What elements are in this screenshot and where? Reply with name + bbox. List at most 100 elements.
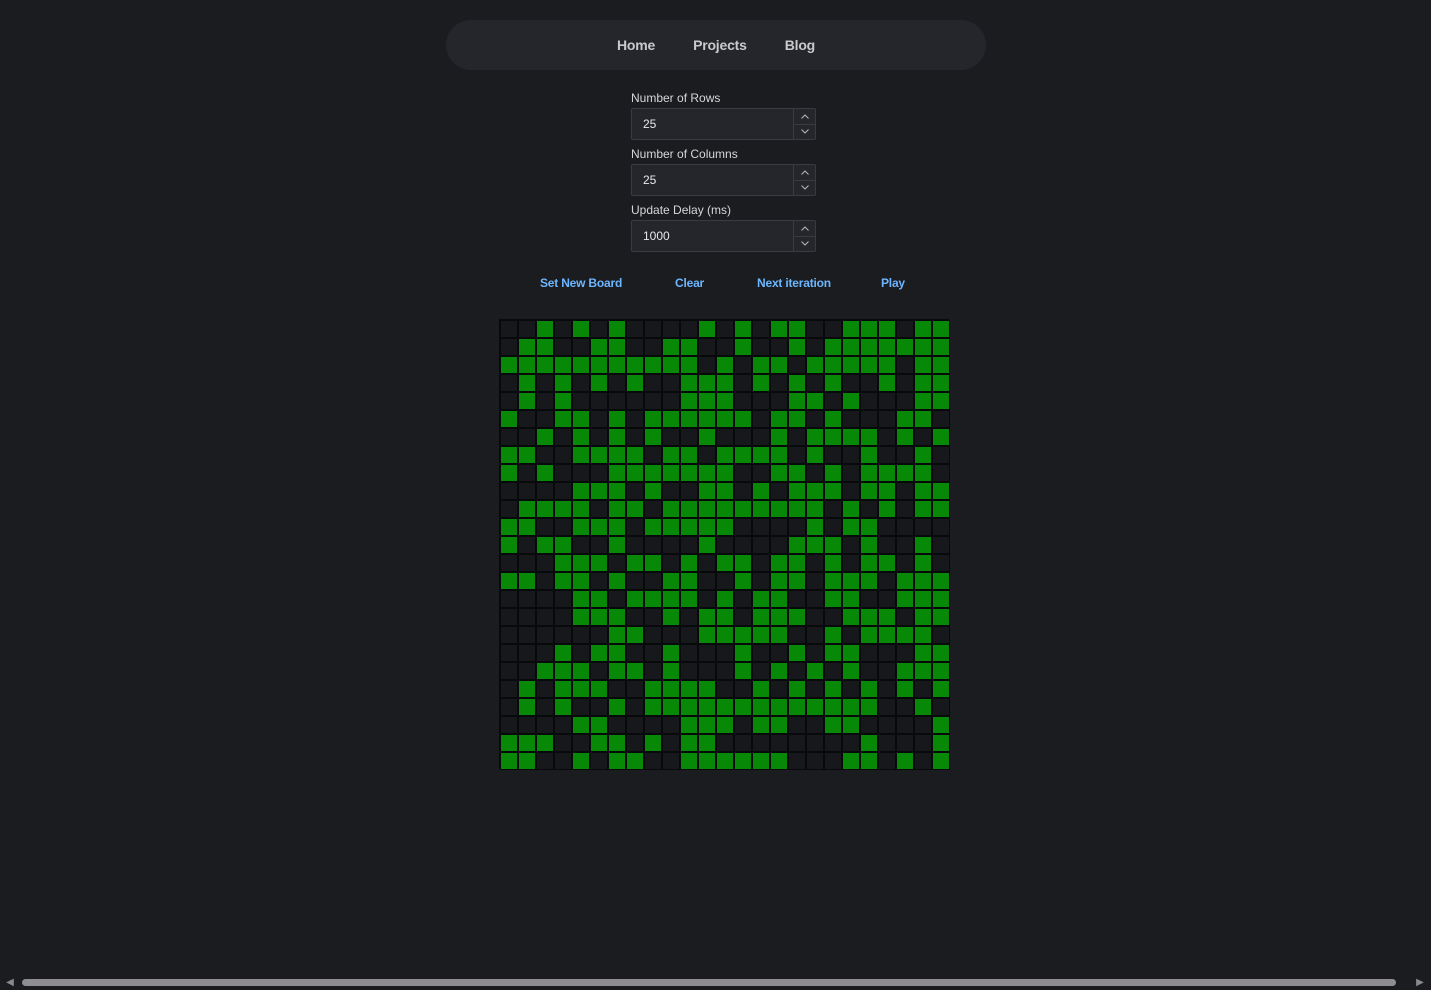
board-cell[interactable] [698,554,716,572]
board-cell[interactable] [518,500,536,518]
board-cell[interactable] [734,734,752,752]
board-cell[interactable] [770,374,788,392]
board-cell[interactable] [626,518,644,536]
board-cell[interactable] [734,698,752,716]
board-cell[interactable] [788,446,806,464]
board-cell[interactable] [932,320,950,338]
board-cell[interactable] [590,500,608,518]
board-cell[interactable] [932,464,950,482]
board-cell[interactable] [914,464,932,482]
board-cell[interactable] [824,608,842,626]
board-cell[interactable] [500,626,518,644]
board-cell[interactable] [680,392,698,410]
board-cell[interactable] [788,752,806,770]
board-cell[interactable] [824,752,842,770]
board-cell[interactable] [518,572,536,590]
board-cell[interactable] [536,410,554,428]
board-cell[interactable] [842,716,860,734]
board-cell[interactable] [752,608,770,626]
board-cell[interactable] [608,680,626,698]
board-cell[interactable] [896,680,914,698]
board-cell[interactable] [518,446,536,464]
board-cell[interactable] [716,716,734,734]
board-cell[interactable] [518,536,536,554]
board-cell[interactable] [554,464,572,482]
board-cell[interactable] [698,716,716,734]
board-cell[interactable] [698,392,716,410]
board-cell[interactable] [680,680,698,698]
board-cell[interactable] [788,428,806,446]
board-cell[interactable] [860,608,878,626]
board-cell[interactable] [590,680,608,698]
board-cell[interactable] [842,644,860,662]
board-cell[interactable] [842,680,860,698]
board-cell[interactable] [896,464,914,482]
board-cell[interactable] [752,644,770,662]
board-cell[interactable] [752,320,770,338]
board-cell[interactable] [770,554,788,572]
board-cell[interactable] [626,320,644,338]
board-cell[interactable] [806,410,824,428]
board-cell[interactable] [590,518,608,536]
board-cell[interactable] [500,644,518,662]
board-cell[interactable] [878,734,896,752]
board-cell[interactable] [752,464,770,482]
board-cell[interactable] [536,626,554,644]
board-cell[interactable] [572,716,590,734]
board-cell[interactable] [788,662,806,680]
board-cell[interactable] [554,572,572,590]
cols-input-value[interactable]: 25 [632,173,793,187]
board-cell[interactable] [788,680,806,698]
board-cell[interactable] [734,392,752,410]
board-cell[interactable] [572,338,590,356]
board-cell[interactable] [608,536,626,554]
board-cell[interactable] [536,392,554,410]
board-cell[interactable] [644,698,662,716]
board-cell[interactable] [806,356,824,374]
board-cell[interactable] [518,464,536,482]
board-cell[interactable] [824,572,842,590]
board-cell[interactable] [824,320,842,338]
board-cell[interactable] [662,644,680,662]
board-cell[interactable] [896,644,914,662]
board-cell[interactable] [590,554,608,572]
board-cell[interactable] [932,644,950,662]
board-cell[interactable] [644,536,662,554]
board-cell[interactable] [518,680,536,698]
board-cell[interactable] [572,680,590,698]
board-cell[interactable] [734,554,752,572]
board-cell[interactable] [536,320,554,338]
board-cell[interactable] [662,734,680,752]
board-cell[interactable] [788,608,806,626]
board-cell[interactable] [878,662,896,680]
board-cell[interactable] [662,320,680,338]
board-cell[interactable] [770,734,788,752]
board-cell[interactable] [536,428,554,446]
board-cell[interactable] [716,464,734,482]
board-cell[interactable] [680,338,698,356]
board-cell[interactable] [518,716,536,734]
board-cell[interactable] [734,482,752,500]
board-cell[interactable] [860,338,878,356]
board-cell[interactable] [500,662,518,680]
board-cell[interactable] [680,446,698,464]
board-cell[interactable] [860,554,878,572]
scroll-right-icon[interactable]: ▶ [1414,977,1426,989]
board-cell[interactable] [680,644,698,662]
board-cell[interactable] [644,752,662,770]
board-cell[interactable] [536,608,554,626]
board-cell[interactable] [554,752,572,770]
board-cell[interactable] [896,608,914,626]
board-cell[interactable] [770,320,788,338]
board-cell[interactable] [608,752,626,770]
board-cell[interactable] [806,428,824,446]
board-cell[interactable] [788,356,806,374]
board-cell[interactable] [716,392,734,410]
rows-increment-icon[interactable] [794,109,815,125]
board-cell[interactable] [770,716,788,734]
board-cell[interactable] [716,554,734,572]
board-cell[interactable] [500,374,518,392]
board-cell[interactable] [752,500,770,518]
board-cell[interactable] [806,518,824,536]
board-cell[interactable] [878,338,896,356]
